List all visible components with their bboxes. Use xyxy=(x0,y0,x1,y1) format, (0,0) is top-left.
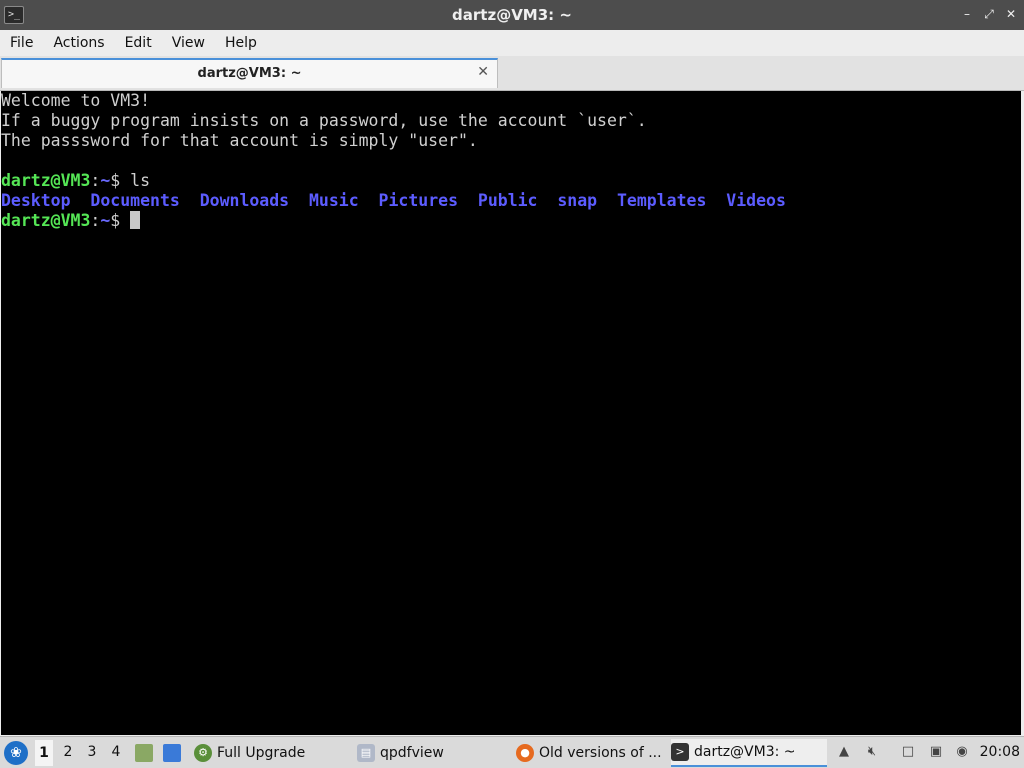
clipboard-icon[interactable]: □ xyxy=(900,744,916,762)
prompt-user: dartz@VM3 xyxy=(1,171,91,190)
motd-line: Welcome to VM3! xyxy=(1,91,151,110)
terminal-output[interactable]: Welcome to VM3! If a buggy program insis… xyxy=(1,91,1021,735)
dir-entry: Videos xyxy=(726,191,786,210)
menu-edit[interactable]: Edit xyxy=(115,35,162,51)
task-label: qpdfview xyxy=(380,745,444,761)
window-controls: – ⤢ ✕ xyxy=(960,6,1018,22)
prompt-path: ~ xyxy=(100,211,111,230)
terminal-window: >_ dartz@VM3: ~ – ⤢ ✕ File Actions Edit … xyxy=(0,0,1024,736)
menu-actions[interactable]: Actions xyxy=(43,35,114,51)
menu-bar: File Actions Edit View Help xyxy=(0,30,1024,56)
tray-up-arrow-icon[interactable]: ▲ xyxy=(836,744,852,762)
dir-entry: snap xyxy=(557,191,598,210)
clock[interactable]: 20:08 xyxy=(980,744,1020,760)
task-qpdfview[interactable]: ▤ qpdfview xyxy=(357,739,502,767)
prompt-separator: : xyxy=(90,171,101,190)
task-label: Full Upgrade xyxy=(217,745,306,761)
file-manager-icon[interactable] xyxy=(135,744,153,762)
network-icon[interactable]: ▣ xyxy=(928,744,944,762)
tab-label: dartz@VM3: ~ xyxy=(197,66,302,81)
workspace-2[interactable]: 2 xyxy=(59,744,77,760)
motd-line: The passsword for that account is simply… xyxy=(1,131,478,150)
gear-icon: ⚙ xyxy=(194,744,212,762)
tab-close-icon[interactable]: ✕ xyxy=(477,64,489,80)
workspace-3[interactable]: 3 xyxy=(83,744,101,760)
prompt-separator: : xyxy=(90,211,101,230)
dir-entry: Music xyxy=(308,191,359,210)
dir-entry: Documents xyxy=(90,191,180,210)
task-full-upgrade[interactable]: ⚙ Full Upgrade xyxy=(194,739,344,767)
terminal-icon: > xyxy=(671,743,689,761)
command-line: dartz@VM3:~$ ls xyxy=(1,171,1021,191)
firefox-icon: ● xyxy=(516,744,534,762)
workspace-1[interactable]: 1 xyxy=(35,740,53,766)
menu-help[interactable]: Help xyxy=(215,35,267,51)
window-title: dartz@VM3: ~ xyxy=(452,6,572,24)
close-icon[interactable]: ✕ xyxy=(1004,6,1018,22)
prompt-symbol: $ xyxy=(110,171,131,190)
tab-bar: dartz@VM3: ~ ✕ xyxy=(0,56,1024,91)
title-bar[interactable]: >_ dartz@VM3: ~ – ⤢ ✕ xyxy=(0,0,1024,30)
prompt-path: ~ xyxy=(100,171,111,190)
task-label: Old versions of ... xyxy=(539,745,662,761)
active-prompt-line[interactable]: dartz@VM3:~$ xyxy=(1,211,1021,231)
task-firefox[interactable]: ● Old versions of ... xyxy=(516,739,666,767)
text-cursor xyxy=(130,211,141,229)
update-notifier-icon[interactable]: ◉ xyxy=(954,744,970,762)
pdf-icon: ▤ xyxy=(357,744,375,762)
start-menu-icon[interactable]: ❀ xyxy=(4,741,28,765)
dir-entry: Downloads xyxy=(199,191,290,210)
task-terminal[interactable]: > dartz@VM3: ~ xyxy=(671,739,827,767)
prompt-symbol: $ xyxy=(110,211,131,230)
menu-view[interactable]: View xyxy=(162,35,215,51)
ls-output: Desktop Documents Downloads Music Pictur… xyxy=(1,191,1021,211)
show-desktop-icon[interactable] xyxy=(163,744,181,762)
prompt-user: dartz@VM3 xyxy=(1,211,91,230)
workspace-4[interactable]: 4 xyxy=(107,744,125,760)
menu-file[interactable]: File xyxy=(0,35,43,51)
dir-entry: Public xyxy=(477,191,538,210)
volume-muted-icon[interactable]: 🔇︎ xyxy=(864,744,880,762)
tab-terminal[interactable]: dartz@VM3: ~ ✕ xyxy=(1,58,498,88)
command-text: ls xyxy=(130,171,151,190)
motd-line: If a buggy program insists on a password… xyxy=(1,111,647,130)
task-label: dartz@VM3: ~ xyxy=(694,744,796,760)
maximize-icon[interactable]: ⤢ xyxy=(982,6,996,22)
taskbar: ❀ 1 2 3 4 ⚙ Full Upgrade ▤ qpdfview ● Ol… xyxy=(0,736,1024,768)
minimize-icon[interactable]: – xyxy=(960,6,974,22)
dir-entry: Desktop xyxy=(1,191,71,210)
terminal-app-icon[interactable]: >_ xyxy=(4,6,24,24)
dir-entry: Templates xyxy=(617,191,707,210)
dir-entry: Pictures xyxy=(378,191,459,210)
